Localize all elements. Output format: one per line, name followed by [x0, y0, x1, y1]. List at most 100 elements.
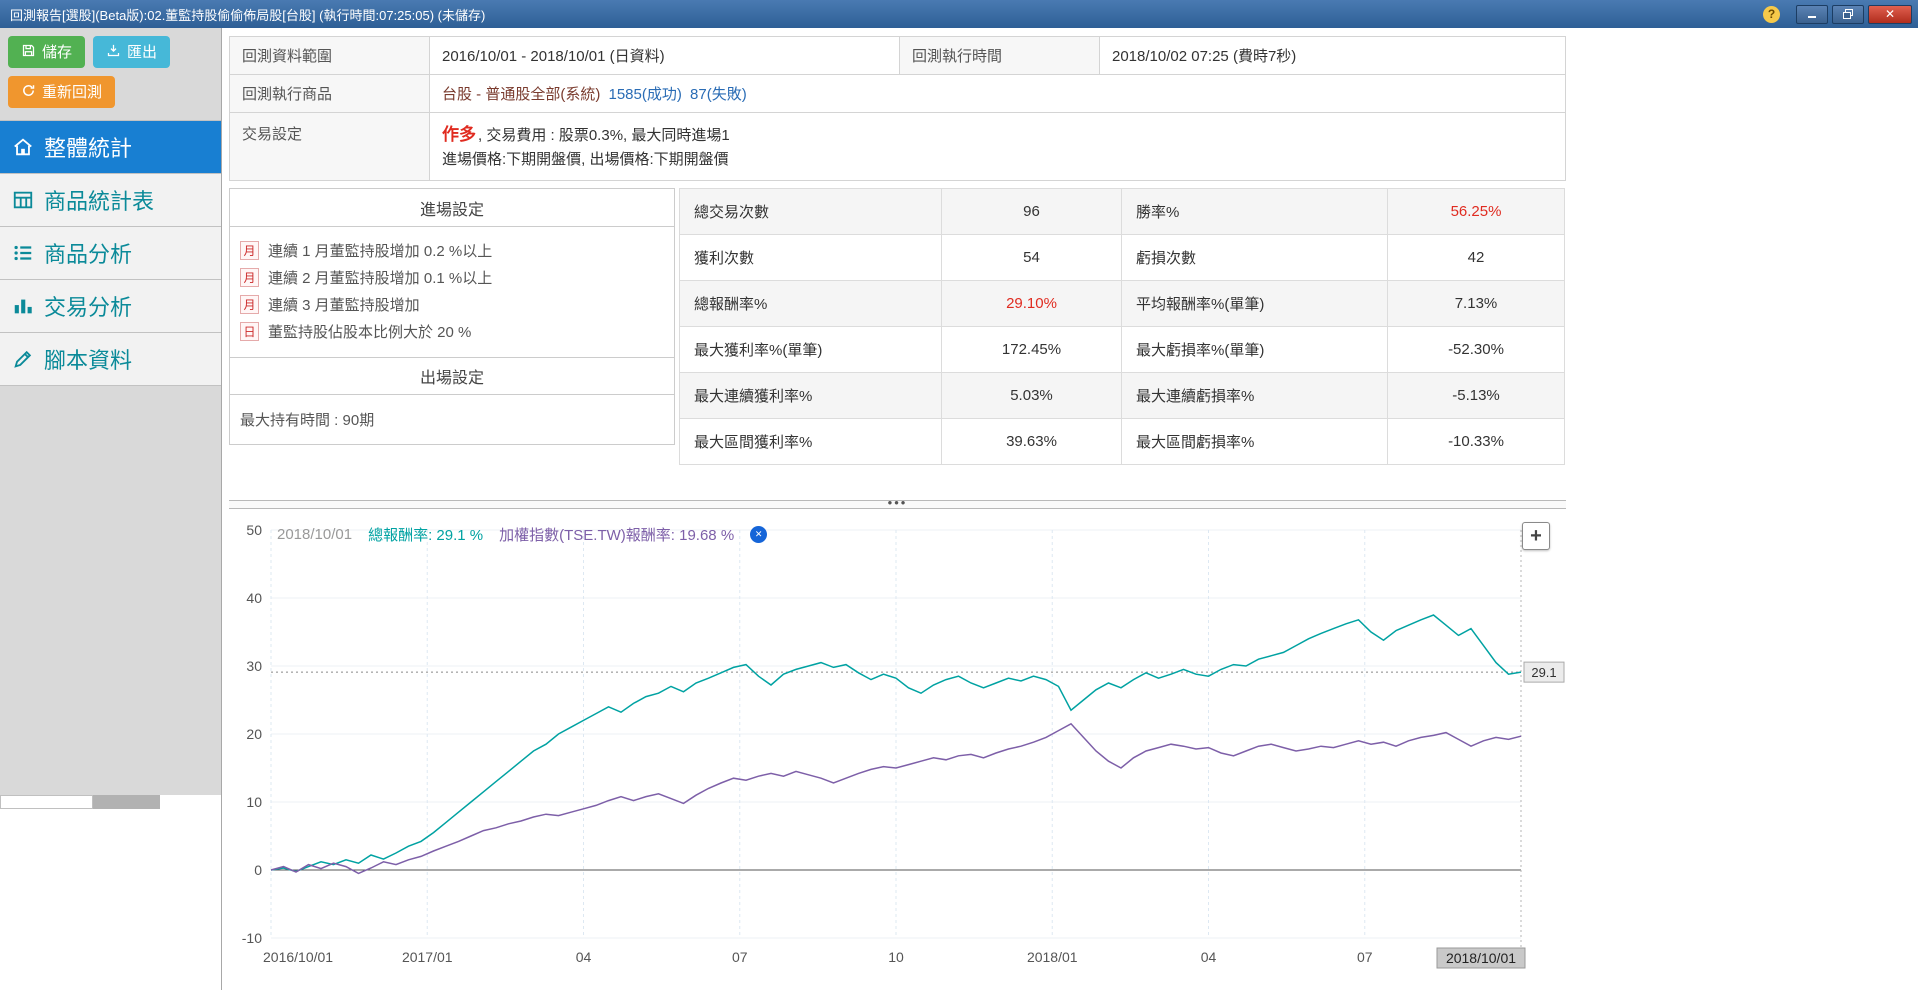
- stat-value: 5.03%: [941, 372, 1122, 419]
- sidebar-item-label: 商品分析: [44, 242, 133, 267]
- range-label: 回測資料範圍: [229, 36, 430, 75]
- monthly-badge: 月: [240, 295, 259, 314]
- stat-label: 最大獲利率%(單筆): [679, 326, 942, 373]
- sidebar-item-label: 整體統計: [44, 136, 133, 161]
- list-item: 日 董監持股佔股本比例大於 20 %: [240, 318, 664, 345]
- zoom-in-button[interactable]: +: [1522, 522, 1550, 550]
- range-value: 2016/10/01 - 2018/10/01 (日資料): [429, 36, 900, 75]
- save-button-label: 儲存: [42, 43, 73, 61]
- home-icon: [12, 136, 34, 158]
- exit-rule-text: 最大持有時間 : 90期: [240, 412, 375, 429]
- exit-settings-title: 出場設定: [230, 357, 674, 395]
- stat-value: 96: [941, 188, 1122, 235]
- sidebar-nav: 整體統計 商品統計表 商品分析 交易分析 腳本資料: [0, 120, 221, 386]
- sidebar-scrollbar-track[interactable]: [0, 795, 93, 809]
- restore-button[interactable]: [1832, 4, 1864, 24]
- table-row: 獲利次數 54 虧損次數 42: [679, 234, 1565, 281]
- condition-text: 連續 1 月董監持股增加 0.2 %以上: [268, 243, 493, 260]
- svg-text:04: 04: [1201, 949, 1217, 965]
- horizontal-splitter[interactable]: •••: [229, 496, 1566, 509]
- svg-text:-10: -10: [242, 930, 262, 946]
- stat-value: 54: [941, 234, 1122, 281]
- fail-count-link[interactable]: 87(失敗): [690, 86, 747, 103]
- stat-label: 最大區間獲利率%: [679, 418, 942, 465]
- table-row: 回測執行商品 台股 - 普通股全部(系統) 1585(成功) 87(失敗): [229, 74, 1566, 113]
- svg-text:2018/01: 2018/01: [1027, 949, 1078, 965]
- svg-text:10: 10: [246, 794, 262, 810]
- rerun-backtest-button[interactable]: 重新回測: [8, 76, 116, 108]
- stat-label: 最大虧損率%(單筆): [1121, 326, 1388, 373]
- table-row: 最大區間獲利率% 39.63% 最大區間虧損率% -10.33%: [679, 418, 1565, 465]
- entry-conditions: 月 連續 1 月董監持股增加 0.2 %以上 月 連續 2 月董監持股增加 0.…: [230, 227, 674, 357]
- export-icon: [106, 43, 121, 61]
- legend-index-return: 加權指數(TSE.TW)報酬率: 19.68 %: [499, 527, 735, 544]
- trade-prices: 進場價格:下期開盤價, 出場價格:下期開盤價: [442, 151, 729, 169]
- monthly-badge: 月: [240, 241, 259, 260]
- stat-value: 7.13%: [1387, 280, 1565, 327]
- sidebar-item-overall-stats[interactable]: 整體統計: [0, 121, 221, 174]
- stat-label: 最大連續虧損率%: [1121, 372, 1388, 419]
- stat-value: 39.63%: [941, 418, 1122, 465]
- close-button[interactable]: ✕: [1868, 4, 1912, 24]
- legend-total-return: 總報酬率: 29.1 %: [368, 527, 484, 544]
- help-icon[interactable]: ?: [1763, 5, 1780, 23]
- main-content: 回測資料範圍 2016/10/01 - 2018/10/01 (日資料) 回測執…: [223, 28, 1918, 990]
- sidebar-item-product-analysis[interactable]: 商品分析: [0, 227, 221, 280]
- success-count-link[interactable]: 1585(成功): [609, 86, 682, 103]
- svg-text:2017/01: 2017/01: [402, 949, 453, 965]
- sidebar-item-trade-analysis[interactable]: 交易分析: [0, 280, 221, 333]
- sidebar-item-label: 腳本資料: [44, 348, 133, 373]
- table-row: 最大獲利率%(單筆) 172.45% 最大虧損率%(單筆) -52.30%: [679, 326, 1565, 373]
- trade-fees: , 交易費用 : 股票0.3%, 最大同時進場1: [478, 127, 730, 144]
- stat-value: -5.13%: [1387, 372, 1565, 419]
- monthly-badge: 月: [240, 268, 259, 287]
- table-row: 交易設定 作多, 交易費用 : 股票0.3%, 最大同時進場1 進場價格:下期開…: [229, 111, 1566, 182]
- svg-text:29.1: 29.1: [1531, 665, 1556, 680]
- condition-text: 連續 3 月董監持股增加: [268, 297, 420, 314]
- save-button[interactable]: 儲存: [8, 36, 86, 68]
- svg-text:50: 50: [246, 522, 262, 538]
- svg-text:30: 30: [246, 658, 262, 674]
- sidebar: 儲存 匯出 重新回測 整體統計 商品統計表 商品分析 交易分析 腳本資料: [0, 28, 222, 990]
- sidebar-item-product-stats-table[interactable]: 商品統計表: [0, 174, 221, 227]
- list-item: 月 連續 3 月董監持股增加: [240, 291, 664, 318]
- pen-icon: [12, 348, 34, 370]
- table-row: 最大連續獲利率% 5.03% 最大連續虧損率% -5.13%: [679, 372, 1565, 419]
- stat-label: 總報酬率%: [679, 280, 942, 327]
- svg-text:07: 07: [1357, 949, 1373, 965]
- table-row: 總交易次數 96 勝率% 56.25%: [679, 188, 1565, 235]
- exec-time-value: 2018/10/02 07:25 (費時7秒): [1099, 36, 1566, 75]
- exec-time-label: 回測執行時間: [899, 36, 1100, 75]
- list-item: 月 連續 1 月董監持股增加 0.2 %以上: [240, 237, 664, 264]
- svg-text:0: 0: [254, 862, 262, 878]
- chart-legend: 2018/10/01 總報酬率: 29.1 % 加權指數(TSE.TW)報酬率:…: [277, 524, 768, 545]
- stat-label: 獲利次數: [679, 234, 942, 281]
- minimize-button[interactable]: [1796, 4, 1828, 24]
- export-button[interactable]: 匯出: [93, 36, 171, 68]
- sidebar-item-label: 商品統計表: [44, 189, 155, 214]
- backtest-info-table: 回測資料範圍 2016/10/01 - 2018/10/01 (日資料) 回測執…: [229, 36, 1566, 182]
- sidebar-item-script-data[interactable]: 腳本資料: [0, 333, 221, 386]
- entry-settings-title: 進場設定: [230, 189, 674, 227]
- info-icon[interactable]: ✕: [750, 526, 768, 543]
- daily-badge: 日: [240, 322, 259, 341]
- stat-label: 最大連續獲利率%: [679, 372, 942, 419]
- sidebar-item-label: 交易分析: [44, 295, 133, 320]
- svg-text:20: 20: [246, 726, 262, 742]
- stat-label: 平均報酬率%(單筆): [1121, 280, 1388, 327]
- condition-text: 連續 2 月董監持股增加 0.1 %以上: [268, 270, 493, 287]
- backtest-report-window: 回測報告[選股](Beta版):02.董監持股偷偷佈局股[台股] (執行時間:0…: [0, 0, 1918, 990]
- table-row: 回測資料範圍 2016/10/01 - 2018/10/01 (日資料) 回測執…: [229, 36, 1566, 75]
- stat-label: 最大區間虧損率%: [1121, 418, 1388, 465]
- stat-value: -52.30%: [1387, 326, 1565, 373]
- condition-text: 董監持股佔股本比例大於 20 %: [268, 324, 472, 341]
- stat-label: 勝率%: [1121, 188, 1388, 235]
- chart-canvas[interactable]: 50 40 30 20 10 0 -102016/10/01 2017/01 04 07 10 201…: [229, 510, 1566, 990]
- titlebar: 回測報告[選股](Beta版):02.董監持股偷偷佈局股[台股] (執行時間:0…: [0, 0, 1918, 28]
- stat-value: 42: [1387, 234, 1565, 281]
- window-title: 回測報告[選股](Beta版):02.董監持股偷偷佈局股[台股] (執行時間:0…: [10, 7, 486, 23]
- rerun-button-label: 重新回測: [42, 83, 103, 101]
- svg-text:2016/10/01: 2016/10/01: [263, 949, 333, 965]
- svg-text:40: 40: [246, 590, 262, 606]
- sidebar-scrollbar-thumb[interactable]: [93, 795, 160, 809]
